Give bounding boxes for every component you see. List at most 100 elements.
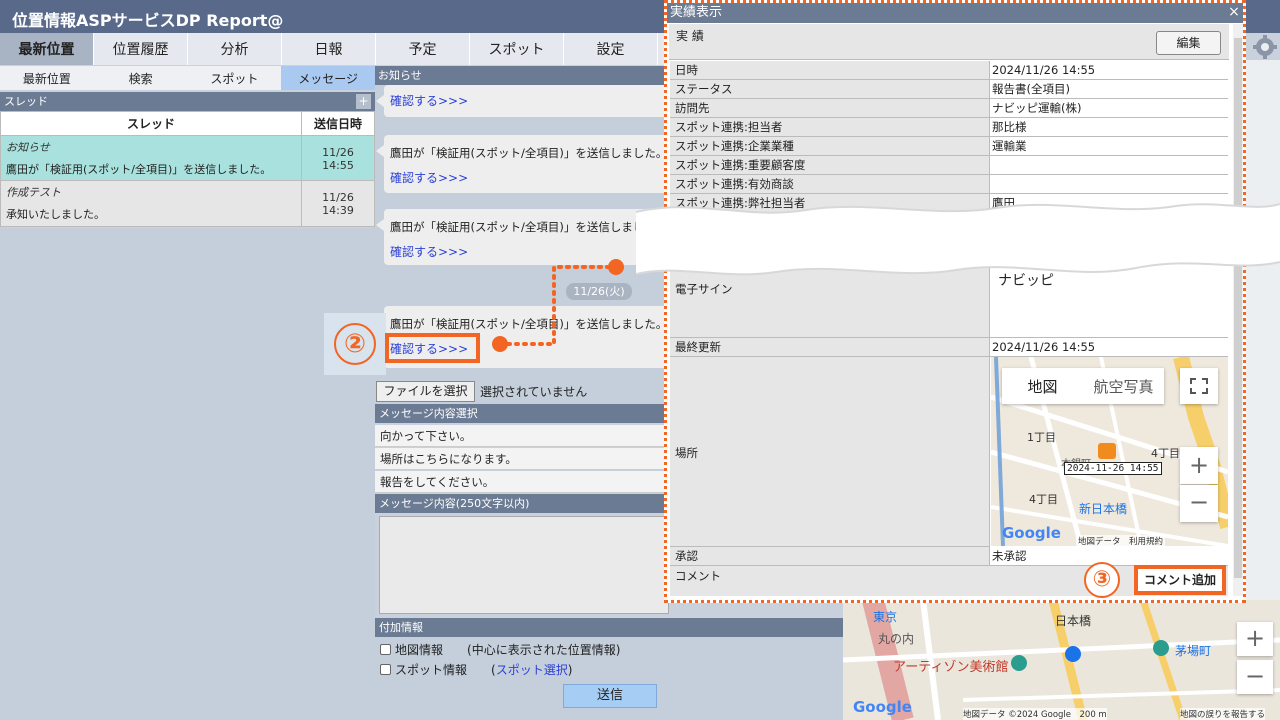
template-item[interactable]: 報告をしてください。	[375, 471, 670, 493]
subtab-spot[interactable]: スポット	[188, 66, 282, 90]
map-label-museum: アーティゾン美術館	[893, 660, 1009, 675]
thread-table: スレッド 送信日時 お知らせ 鷹田が「検証用(スポット/全項目)」を送信しました…	[0, 111, 375, 227]
subtab-latest[interactable]: 最新位置	[0, 66, 94, 90]
thread-row[interactable]: 作成テスト 承知いたしました。 11/26 14:39	[0, 180, 375, 227]
thread-preview: 承知いたしました。	[6, 208, 105, 221]
dialog-section-label: 実 績	[676, 29, 704, 43]
app-title: 位置情報ASPサービスDP Report@	[12, 11, 284, 30]
template-section-header: メッセージ内容選択	[375, 404, 670, 423]
zoom-in-button[interactable]: +	[1180, 447, 1218, 484]
tab-schedule[interactable]: 予定	[376, 33, 470, 65]
map-tab-aerial[interactable]: 航空写真	[1083, 368, 1164, 404]
map-label-tokyo: 東京	[873, 610, 898, 624]
background-map[interactable]: 東京 丸の内 アーティゾン美術館 日本橋 茅場町 Google 地図データ ©2…	[843, 600, 1280, 720]
subtab-search[interactable]: 検索	[94, 66, 188, 90]
map-label-nihonbashi: 日本橋	[1055, 614, 1092, 628]
map-type-tabs: 地図 航空写真	[1002, 368, 1164, 404]
dialog-scrollbar-thumb[interactable]	[1234, 38, 1242, 578]
file-status: 選択されていません	[480, 385, 588, 399]
tab-daily-report[interactable]: 日報	[282, 33, 376, 65]
last-updated-row: 最終更新 2024/11/26 14:55	[670, 338, 1228, 357]
thread-time: 14:55	[322, 159, 354, 172]
last-updated-value: 2024/11/26 14:55	[990, 338, 1228, 357]
spot-info-hint: (スポット選択)	[491, 663, 573, 677]
left-panel-background	[0, 228, 375, 720]
message-textarea[interactable]	[379, 516, 669, 614]
google-logo: Google	[1002, 524, 1061, 542]
tab-latest-position[interactable]: 最新位置	[0, 33, 94, 65]
map-info-hint: (中心に表示された位置情報)	[467, 643, 621, 657]
thread-panel-header: スレッド +	[0, 92, 375, 111]
field-value: ナビッピ運輸(株)	[990, 99, 1228, 117]
message-bubble: 鷹田が「検証用(スポット/全項目)」を送信しまし 確認する>>>	[376, 209, 674, 265]
field-value: 2024/11/26 14:55	[990, 61, 1228, 79]
field-value: 那比様	[990, 118, 1228, 136]
map-info-label: 地図情報	[395, 643, 444, 657]
map-label-block: 1丁目	[1027, 431, 1056, 444]
spot-info-label: スポット情報	[395, 663, 468, 677]
close-icon[interactable]: ×	[1226, 4, 1242, 20]
field-row: 日時 2024/11/26 14:55	[670, 61, 1228, 80]
field-value: 運輸業	[990, 137, 1228, 155]
tab-position-history[interactable]: 位置履歴	[94, 33, 188, 65]
annotation-highlight-link	[385, 333, 480, 363]
thread-row[interactable]: お知らせ 鷹田が「検証用(スポット/全項目)」を送信しました。 11/26 14:…	[0, 135, 375, 181]
thread-preview: 鷹田が「検証用(スポット/全項目)」を送信しました。	[6, 163, 272, 176]
map-timestamp-marker: 2024-11-26 14:55	[1064, 462, 1162, 475]
field-key: スポット連携:担当者	[670, 118, 990, 136]
choose-file-button[interactable]: ファイルを選択	[376, 381, 475, 402]
approval-label: 承認	[670, 547, 990, 566]
field-row: スポット連携:重要顧客度	[670, 156, 1228, 175]
extra-info-header: 付加情報	[375, 618, 843, 637]
google-logo: Google	[853, 698, 912, 716]
field-key: スポット連携:企業業種	[670, 137, 990, 155]
annotation-step-3: ③	[1084, 562, 1120, 598]
map-info-checkbox[interactable]	[380, 644, 391, 655]
map-report-link[interactable]: 地図の誤りを報告する	[1180, 708, 1266, 720]
tab-settings[interactable]: 設定	[564, 33, 658, 65]
map-label-station: 新日本橋	[1079, 502, 1128, 516]
map-label-block: 4丁目	[1151, 447, 1180, 460]
col-date: 送信日時	[301, 111, 375, 136]
message-input-header: メッセージ内容(250文字以内)	[375, 494, 670, 513]
map-tab-map[interactable]: 地図	[1002, 368, 1083, 404]
tear-overlay	[636, 203, 1280, 276]
spot-select-link[interactable]: スポット選択	[496, 663, 568, 677]
subtab-message[interactable]: メッセージ	[281, 66, 375, 90]
map-info-option[interactable]: 地図情報 (中心に表示された位置情報)	[380, 641, 620, 658]
confirm-link[interactable]: 確認する>>>	[390, 92, 668, 109]
confirm-link[interactable]: 確認する>>>	[390, 169, 668, 186]
field-key: 訪問先	[670, 99, 990, 117]
map-footer: 地図データ 利用規約	[1076, 535, 1166, 547]
fullscreen-icon[interactable]	[1180, 368, 1218, 404]
field-row: 訪問先 ナビッピ運輸(株)	[670, 99, 1228, 118]
thread-date: 11/26	[322, 146, 354, 159]
bg-zoom-in-button[interactable]: +	[1237, 622, 1273, 656]
spot-info-checkbox[interactable]	[380, 664, 391, 675]
gear-icon[interactable]	[1252, 34, 1278, 60]
send-button[interactable]: 送信	[563, 684, 657, 708]
map-footer: 地図データ ©2024 Google 200 m	[963, 708, 1107, 720]
col-thread: スレッド	[0, 111, 302, 136]
field-value	[990, 156, 1228, 174]
field-value: 報告書(全項目)	[990, 80, 1228, 98]
map-label-block: 4丁目	[1029, 493, 1058, 506]
tab-analysis[interactable]: 分析	[188, 33, 282, 65]
field-row: スポット連携:担当者 那比様	[670, 118, 1228, 137]
zoom-out-button[interactable]: −	[1180, 485, 1218, 522]
dialog-title: 実績表示	[667, 3, 1243, 23]
edit-button[interactable]: 編集	[1156, 31, 1221, 55]
spot-info-option[interactable]: スポット情報 (スポット選択)	[380, 661, 572, 678]
add-thread-button[interactable]: +	[356, 94, 371, 109]
template-item[interactable]: 場所はこちらになります。	[375, 448, 670, 470]
sub-nav: 最新位置 検索 スポット メッセージ	[0, 66, 375, 90]
thread-panel-title: スレッド	[4, 95, 48, 108]
add-comment-button[interactable]: コメント追加	[1134, 565, 1226, 595]
field-key: スポット連携:重要顧客度	[670, 156, 990, 174]
bg-zoom-out-button[interactable]: −	[1237, 660, 1273, 694]
message-text: 鷹田が「検証用(スポット/全項目)」を送信しました。	[390, 146, 668, 160]
template-item[interactable]: 向かって下さい。	[375, 425, 670, 447]
message-bubble: 確認する>>>	[376, 85, 674, 117]
tab-spot[interactable]: スポット	[470, 33, 564, 65]
field-key: 日時	[670, 61, 990, 79]
